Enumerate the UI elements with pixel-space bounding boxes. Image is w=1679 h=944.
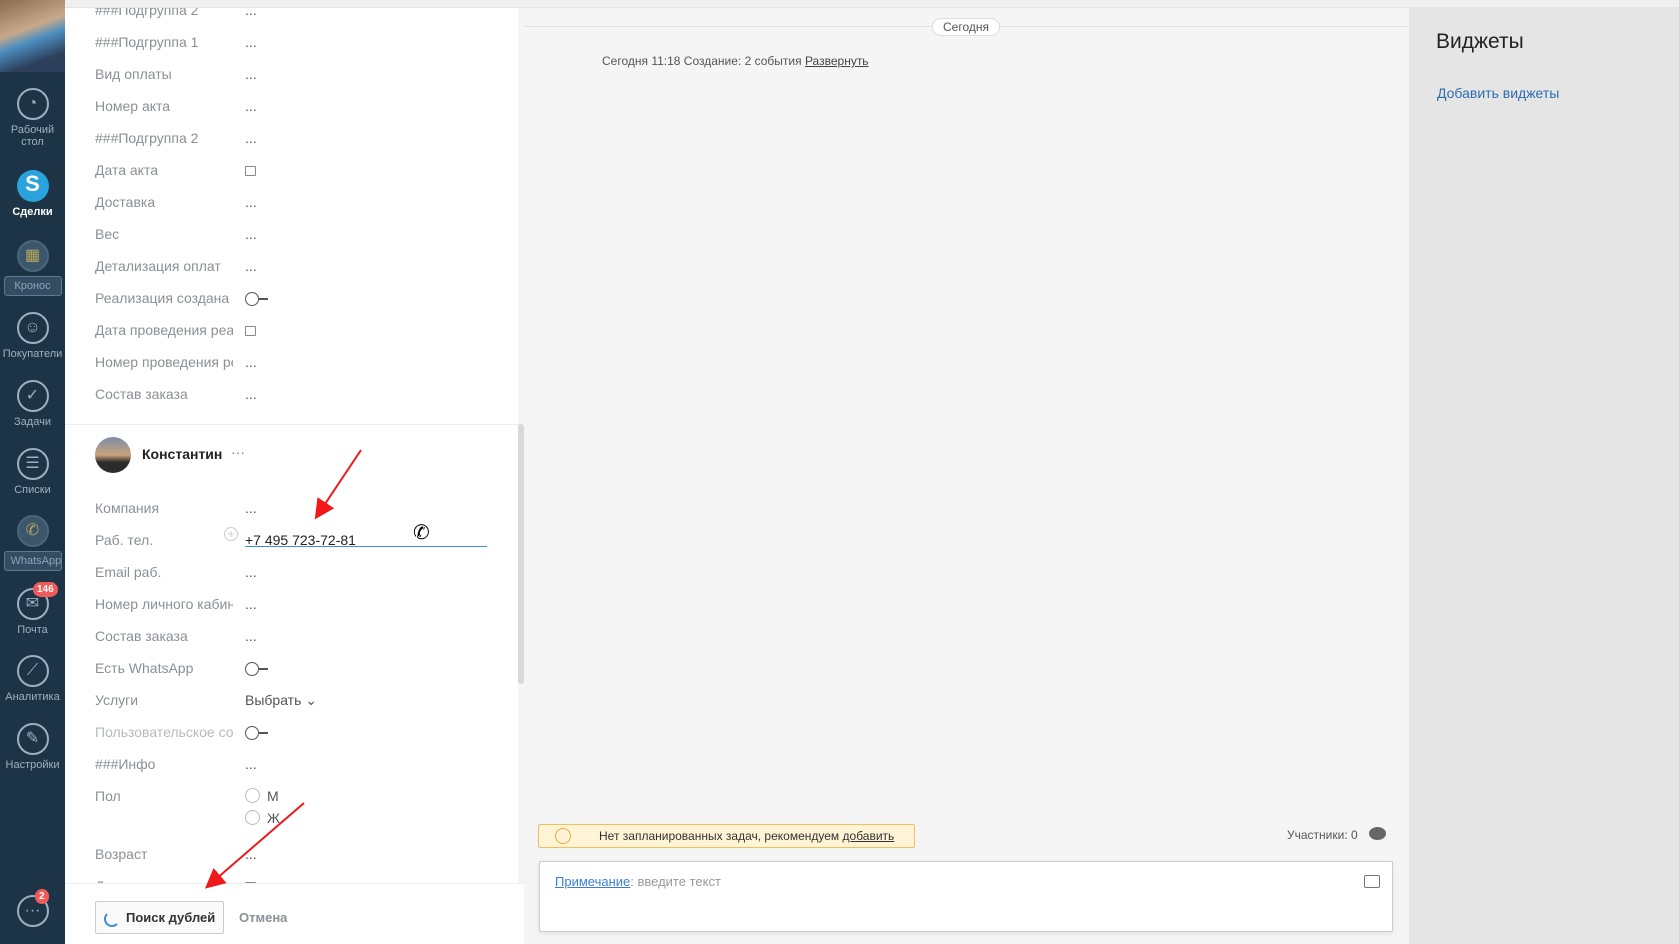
arrow-to-dup-button xyxy=(204,802,305,889)
arrow-to-phone xyxy=(314,449,362,520)
annotation-arrows xyxy=(204,449,362,889)
